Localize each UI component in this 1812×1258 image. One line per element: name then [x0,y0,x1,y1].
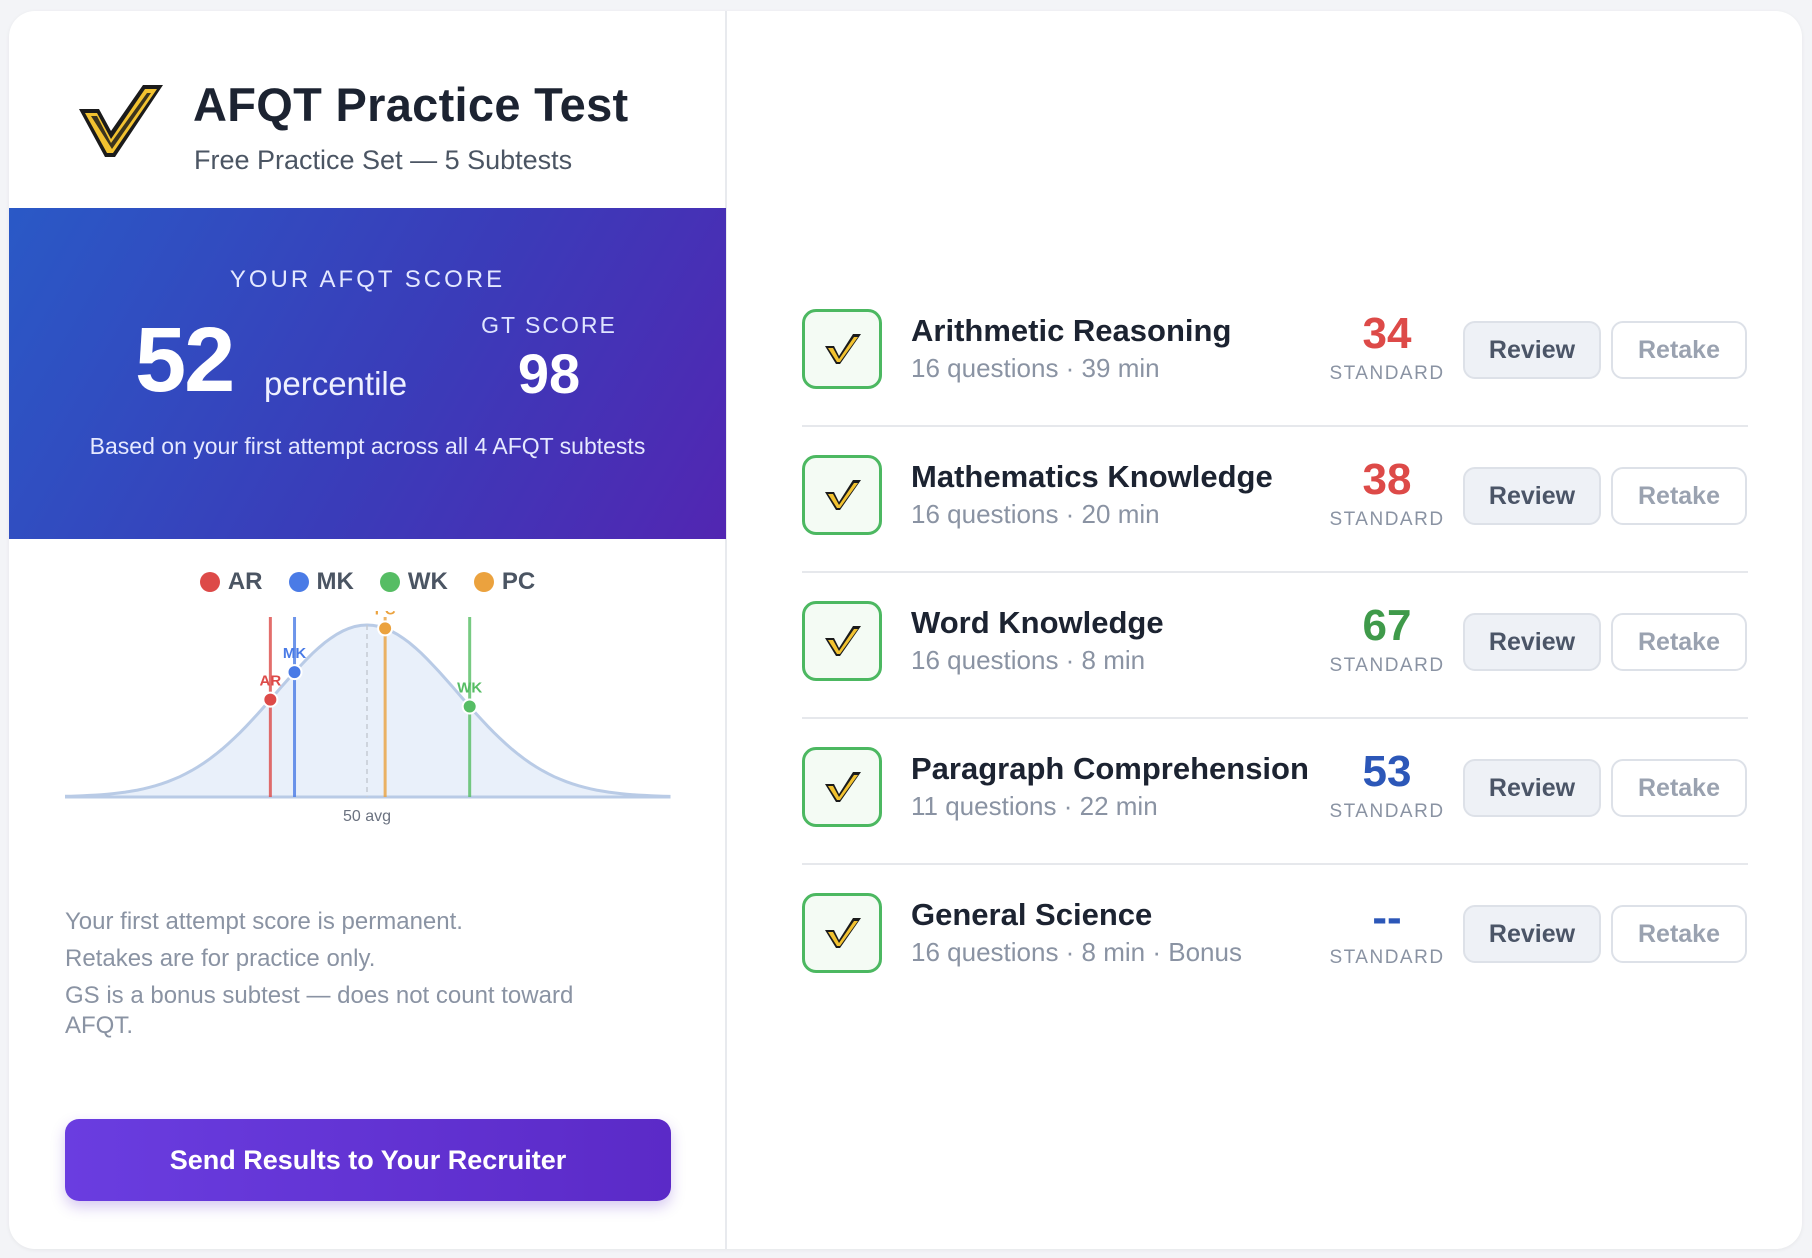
marker-point-ar [262,691,279,708]
retake-button[interactable]: Retake [1611,467,1747,525]
chart-legend: AR MK WK PC [9,568,726,596]
completed-check-icon [802,893,882,973]
legend-dot-icon [288,572,309,592]
standard-label: STANDARD [1329,801,1445,822]
results-card: AFQT Practice Test Free Practice Set — 5… [9,11,1802,1249]
standard-label: STANDARD [1329,655,1445,676]
standard-label: STANDARD [1329,509,1445,530]
marker-label-wk: WK [457,680,482,697]
retake-button[interactable]: Retake [1611,759,1747,817]
legend-item-wk: WK [379,568,448,596]
subtest-meta: 16 questions · 39 min [911,353,1160,383]
review-button[interactable]: Review [1463,321,1601,379]
legend-label: PC [501,568,536,595]
note-line: Retakes are for practice only. [65,945,376,972]
standard-score: 67 [1362,601,1412,650]
marker-point-wk [461,698,478,715]
score-notes: Your first attempt score is permanent. Re… [65,907,645,1048]
subtest-meta: 16 questions · 20 min [911,499,1160,529]
marker-label-mk: MK [283,645,306,662]
subtest-row: General Science 16 questions · 8 min · Bo… [802,865,1748,1011]
legend-label: AR [227,568,263,595]
left-panel: AFQT Practice Test Free Practice Set — 5… [9,11,727,1249]
subtest-meta: 11 questions · 22 min [911,791,1158,821]
standard-label: STANDARD [1329,363,1445,384]
gt-score-value: 98 [517,342,581,405]
afqt-score-banner: YOUR AFQT SCORE 52 percentile GT SCORE 9… [9,208,726,539]
score-label: YOUR AFQT SCORE [229,266,506,293]
score-note: Based on your first attempt across all 4… [89,433,646,459]
subtest-list: Arithmetic Reasoning 16 questions · 39 mi… [802,281,1748,1011]
legend-item-ar: AR [199,568,263,596]
review-button[interactable]: Review [1463,905,1601,963]
marker-point-pc [377,620,394,637]
marker-label-pc: PC [375,611,396,618]
completed-check-icon [802,309,882,389]
subtest-row: Word Knowledge 16 questions · 8 min 67 STAN… [802,573,1748,719]
legend-item-pc: PC [473,568,536,596]
subtest-name: Arithmetic Reasoning [911,313,1232,348]
subtest-name: General Science [911,897,1153,932]
note-line: GS is a bonus subtest — does not count t… [65,982,574,1039]
subtest-name: Mathematics Knowledge [911,459,1273,494]
completed-check-icon [802,747,882,827]
retake-button[interactable]: Retake [1611,321,1747,379]
legend-dot-icon [199,572,220,592]
legend-item-mk: MK [288,568,354,596]
legend-label: WK [407,568,448,595]
subtest-name: Paragraph Comprehension [911,751,1309,786]
standard-score: 38 [1362,455,1412,504]
completed-check-icon [802,455,882,535]
subtest-meta: 16 questions · 8 min · Bonus [911,937,1242,967]
gt-score-label: GT SCORE [481,312,617,338]
percentile-word: percentile [264,365,408,402]
right-panel: Arithmetic Reasoning 16 questions · 39 mi… [729,11,1802,1249]
note-line: Your first attempt score is permanent. [65,908,463,935]
completed-check-icon [802,601,882,681]
send-results-button[interactable]: Send Results to Your Recruiter [65,1119,671,1201]
standard-score: 53 [1362,747,1412,796]
subtest-name: Word Knowledge [911,605,1164,640]
percentile-value: 52 [135,309,235,411]
review-button[interactable]: Review [1463,613,1601,671]
legend-dot-icon [379,572,400,592]
subtest-row: Mathematics Knowledge 16 questions · 20 m… [802,427,1748,573]
legend-label: MK [316,568,354,595]
marker-point-mk [286,664,303,681]
app-subtitle: Free Practice Set — 5 Subtests [194,145,573,175]
distribution-chart: 50 avg ARMK PC WK [63,601,677,841]
subtest-row: Paragraph Comprehension 11 questions · 22… [802,719,1748,865]
checkmark-logo-icon [73,79,163,169]
legend-dot-icon [473,572,494,592]
standard-score: -- [1372,893,1402,942]
marker-label-ar: AR [260,673,282,690]
standard-score: 34 [1362,309,1412,358]
subtest-meta: 16 questions · 8 min [911,645,1146,675]
standard-label: STANDARD [1329,947,1445,968]
subtest-row: Arithmetic Reasoning 16 questions · 39 mi… [802,281,1748,427]
average-label: 50 avg [343,808,391,825]
retake-button[interactable]: Retake [1611,613,1747,671]
review-button[interactable]: Review [1463,467,1601,525]
review-button[interactable]: Review [1463,759,1601,817]
app-title: AFQT Practice Test [193,78,629,131]
retake-button[interactable]: Retake [1611,905,1747,963]
